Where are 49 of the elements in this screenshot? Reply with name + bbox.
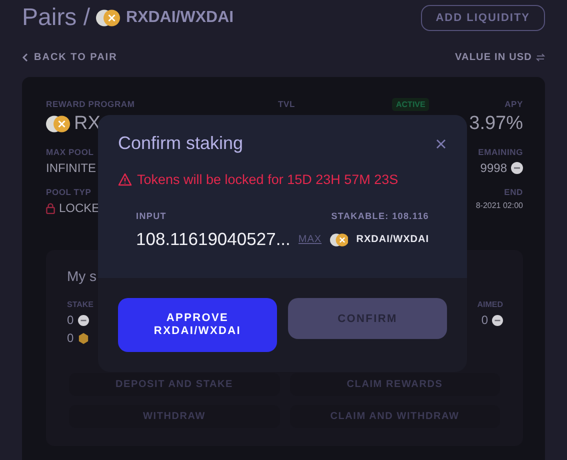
close-button[interactable]: [435, 138, 447, 150]
lock-warning: Tokens will be locked for 15D 23H 57M 23S: [137, 172, 398, 187]
amount: 0: [67, 331, 74, 345]
token-icon: [78, 314, 89, 326]
field-label: MAX POOL: [46, 147, 94, 157]
action-button[interactable]: WITHDRAW: [69, 405, 280, 428]
token-pair-icon: [96, 9, 120, 27]
warning-icon: [118, 173, 132, 186]
input-label: INPUT: [136, 211, 166, 221]
amount: 0: [67, 313, 74, 327]
field-label: TVL: [278, 99, 295, 109]
stakable-amount: STAKABLE: 108.116: [331, 211, 429, 221]
back-link[interactable]: BACK TO PAIR: [22, 52, 118, 62]
pair-name: RXDAI/WXDAI: [126, 9, 234, 27]
token-icon: [511, 162, 523, 174]
field-label: REWARD PROGRAM: [46, 99, 135, 109]
field-value: INFINITE: [46, 161, 96, 175]
field-label: APY: [504, 99, 523, 109]
chevron-left-icon: [22, 52, 28, 62]
approve-button[interactable]: APPROVE RXDAI/WXDAI: [118, 298, 277, 352]
input-field[interactable]: 108.11619040527...: [136, 229, 290, 250]
field-label: STAKE: [67, 300, 94, 309]
add-liquidity-button[interactable]: ADD LIQUIDITY: [420, 5, 545, 31]
field-label: EMAINING: [478, 147, 523, 157]
token-pair-icon: [46, 115, 70, 133]
amount: 0: [481, 313, 488, 327]
lock-icon: [46, 202, 55, 214]
token-name: RXDAI/WXDAI: [356, 234, 429, 245]
action-button[interactable]: CLAIM AND WITHDRAW: [290, 405, 500, 428]
max-link[interactable]: MAX: [298, 234, 322, 245]
swap-icon[interactable]: [536, 52, 545, 62]
dialog-title: Confirm staking: [118, 133, 244, 154]
field-label: POOL TYP: [46, 187, 92, 197]
token-icon: [78, 332, 89, 344]
status-badge: ACTIVE: [392, 98, 430, 111]
page-title: Pairs /: [22, 4, 90, 32]
field-value: RX: [74, 113, 100, 135]
field-label: END: [504, 187, 523, 197]
field-value: LOCKE: [59, 201, 100, 215]
currency-toggle[interactable]: VALUE IN USD: [454, 52, 532, 62]
card-title: My s: [67, 268, 97, 284]
field-value: 9998: [480, 161, 507, 175]
field-value: 3.97%: [469, 113, 523, 135]
field-label: AIMED: [477, 300, 503, 309]
action-button[interactable]: CLAIM REWARDS: [290, 373, 500, 396]
token-pair-icon: [330, 230, 348, 248]
field-value: 8-2021 02:00: [476, 201, 523, 210]
token-icon: [492, 314, 503, 326]
action-button[interactable]: DEPOSIT AND STAKE: [69, 373, 280, 396]
